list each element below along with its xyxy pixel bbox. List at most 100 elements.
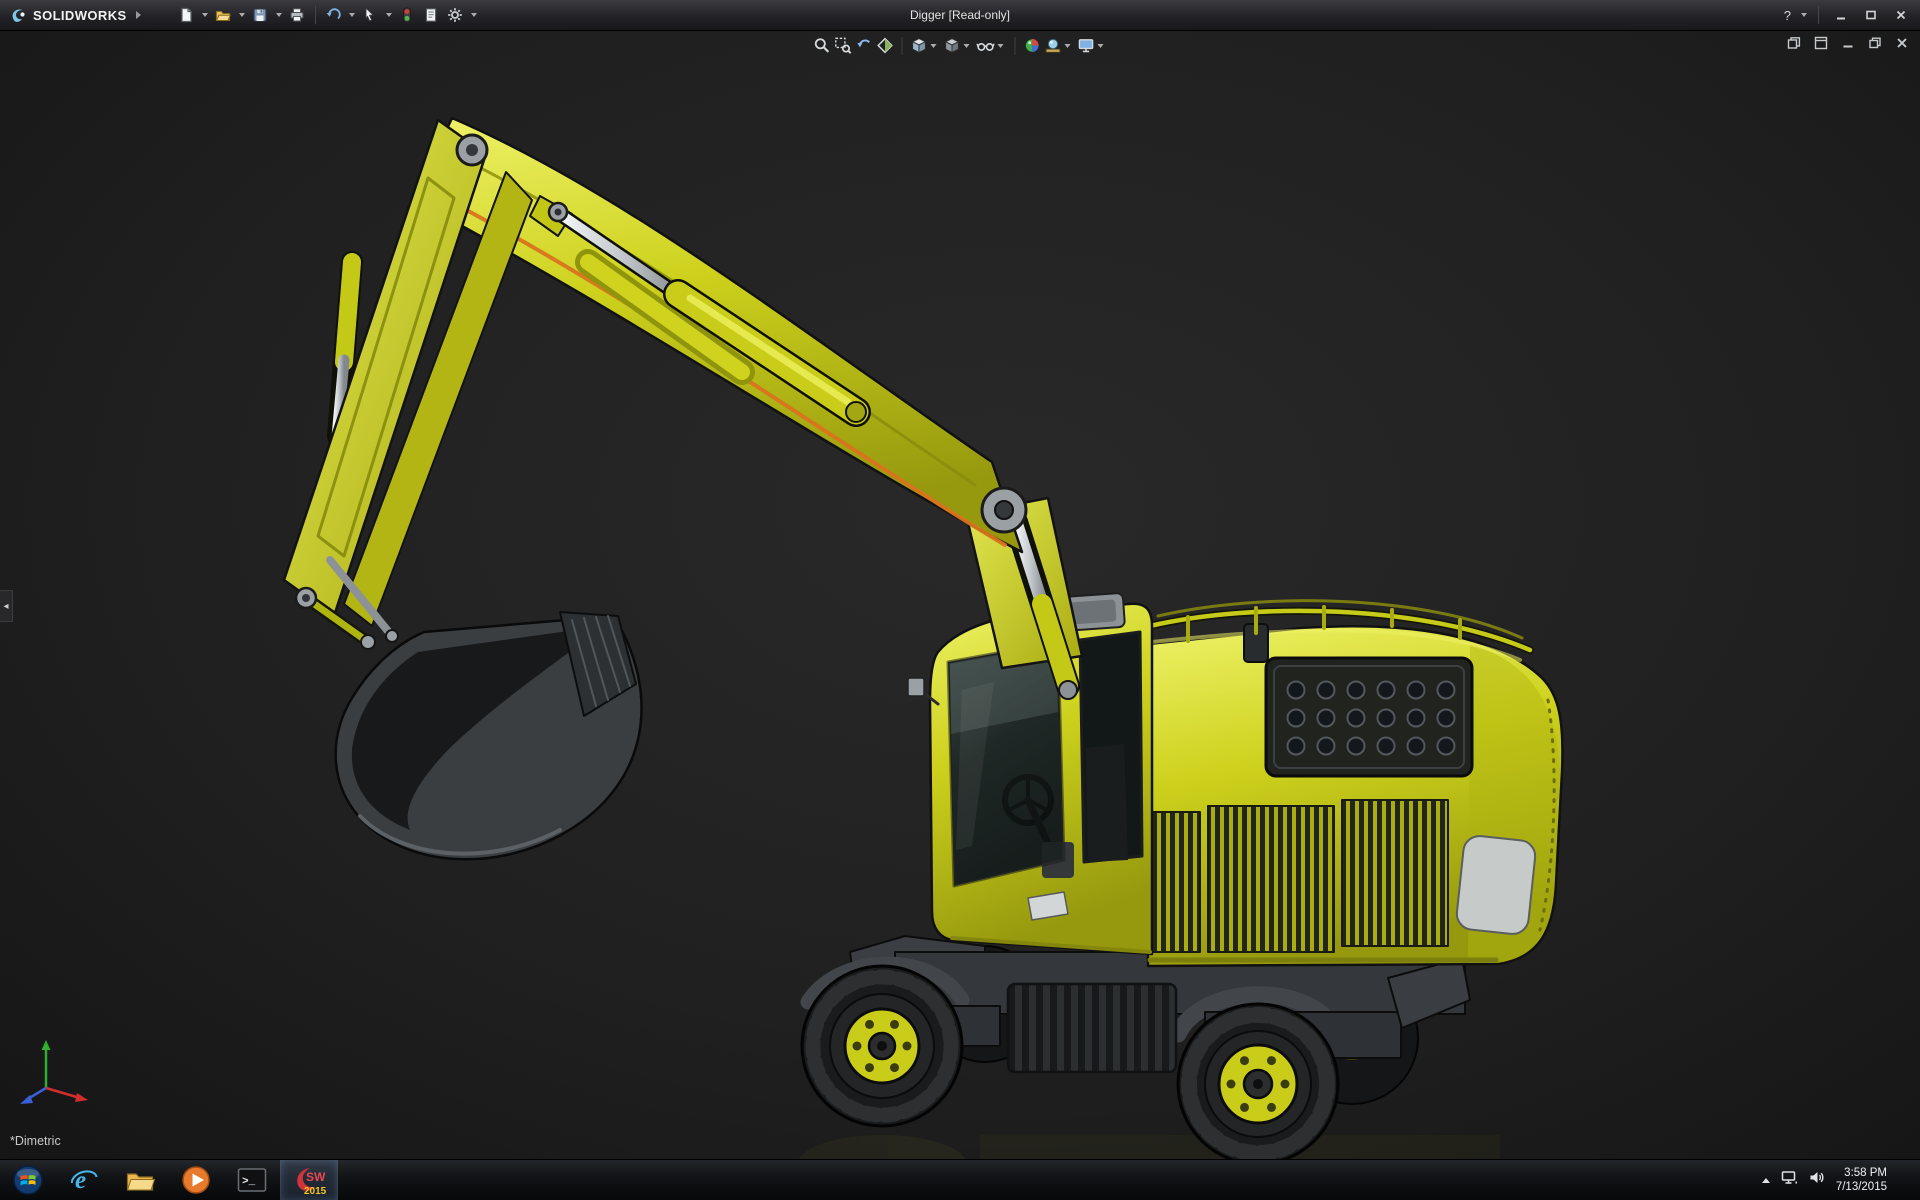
app-logo: SOLIDWORKS <box>0 5 149 25</box>
dassault-3ds-icon <box>12 9 25 22</box>
undo-button[interactable] <box>322 4 345 27</box>
options-dropdown-caret-icon[interactable] <box>470 13 477 17</box>
reference-triad <box>20 1040 88 1104</box>
save-icon <box>253 8 267 22</box>
rebuild-button[interactable] <box>396 4 419 27</box>
minimize-button[interactable] <box>1827 5 1854 25</box>
options-button[interactable] <box>444 4 467 27</box>
apply-scene-icon <box>1045 38 1061 53</box>
cascade-window-button[interactable] <box>1784 34 1804 52</box>
hide-show-items-button[interactable] <box>976 35 1008 56</box>
start-button[interactable] <box>0 1160 56 1200</box>
x-axis-red <box>45 1086 88 1102</box>
windows-taskbar: e >_ SW 2015 3:58 PM 7/13/2015 <box>0 1159 1920 1200</box>
new-dropdown-caret-icon[interactable] <box>201 13 208 17</box>
hide-show-caret-icon[interactable] <box>997 43 1004 48</box>
help-button[interactable]: ? <box>1780 8 1795 23</box>
select-button[interactable] <box>359 4 382 27</box>
network-tray-icon[interactable] <box>1781 1170 1798 1190</box>
taskbar-item-internet-explorer[interactable]: e <box>56 1160 112 1200</box>
undo-icon <box>326 8 341 20</box>
solidworks-app-icon: SW 2015 <box>297 1168 326 1197</box>
document-window-controls <box>1784 34 1912 52</box>
zoom-to-fit-button[interactable] <box>813 35 832 56</box>
undo-dropdown-caret-icon[interactable] <box>348 13 355 17</box>
maximize-button[interactable] <box>1857 5 1884 25</box>
window-controls: ? <box>1780 5 1920 25</box>
view-orientation-cube-icon <box>911 38 927 54</box>
zoom-to-area-icon <box>835 37 852 54</box>
options-gear-icon <box>448 8 462 22</box>
media-player-icon <box>182 1166 210 1194</box>
clock-time: 3:58 PM <box>1844 1167 1887 1179</box>
rebuild-icon <box>403 7 411 23</box>
close-icon <box>1896 10 1905 20</box>
view-settings-icon <box>1078 39 1094 53</box>
view-orientation-button[interactable] <box>910 35 941 56</box>
toolbar-separator <box>314 6 316 24</box>
section-view-button[interactable] <box>876 35 895 56</box>
zoom-to-area-button[interactable] <box>834 35 853 56</box>
open-button[interactable] <box>212 4 235 27</box>
previous-view-icon <box>857 39 871 48</box>
help-dropdown-caret-icon[interactable] <box>1801 13 1807 17</box>
previous-view-button[interactable] <box>855 35 874 56</box>
minimize-document-button[interactable] <box>1838 34 1858 52</box>
view-settings-button[interactable] <box>1077 35 1108 56</box>
y-axis-green <box>41 1040 51 1088</box>
front-wheel <box>800 964 964 1128</box>
command-prompt-icon: >_ <box>237 1168 267 1192</box>
taskbar-item-file-explorer[interactable] <box>112 1160 168 1200</box>
save-dropdown-caret-icon[interactable] <box>275 13 282 17</box>
display-style-button[interactable] <box>943 35 974 56</box>
svg-text:2015: 2015 <box>304 1186 326 1197</box>
taskbar-item-solidworks-2015[interactable]: SW 2015 <box>280 1160 338 1200</box>
internet-explorer-icon: e <box>70 1167 98 1194</box>
bucket <box>334 611 643 861</box>
system-tray: 3:58 PM 7/13/2015 <box>1761 1160 1920 1200</box>
excavator-3d-model <box>282 116 1564 1160</box>
close-document-icon <box>1897 38 1907 48</box>
cascade-window-icon <box>1787 37 1801 49</box>
restore-document-button[interactable] <box>1865 34 1885 52</box>
close-button[interactable] <box>1887 5 1914 25</box>
file-properties-icon <box>425 8 437 22</box>
section-view-icon <box>877 37 893 54</box>
show-hidden-icons-button[interactable] <box>1761 1177 1770 1183</box>
brand-expand-arrow-icon[interactable] <box>135 11 141 19</box>
brand-name: SOLIDWORKS <box>33 7 127 23</box>
save-button[interactable] <box>249 4 272 27</box>
view-orientation-caret-icon[interactable] <box>930 43 937 48</box>
model-canvas[interactable] <box>0 30 1920 1160</box>
view-orientation-label: *Dimetric <box>10 1134 61 1148</box>
graphics-area[interactable]: ◂ *Dimetric <box>0 30 1920 1160</box>
taskbar-item-command-prompt[interactable]: >_ <box>224 1160 280 1200</box>
upper-body <box>1119 599 1564 968</box>
select-cursor-icon <box>365 7 375 22</box>
close-document-button[interactable] <box>1892 34 1912 52</box>
tile-window-icon <box>1814 36 1828 50</box>
maximize-icon <box>1865 10 1876 20</box>
new-document-button[interactable] <box>175 4 198 27</box>
tile-window-button[interactable] <box>1811 34 1831 52</box>
boom-cylinder <box>547 201 871 427</box>
view-settings-caret-icon[interactable] <box>1097 43 1104 48</box>
panel-collapse-tab[interactable]: ◂ <box>0 590 13 622</box>
open-dropdown-caret-icon[interactable] <box>238 13 245 17</box>
svg-text:SW: SW <box>306 1170 326 1184</box>
print-button[interactable] <box>286 4 309 27</box>
taskbar-clock[interactable]: 3:58 PM 7/13/2015 <box>1836 1166 1887 1194</box>
file-properties-button[interactable] <box>420 4 443 27</box>
edit-appearance-button[interactable] <box>1023 35 1042 56</box>
volume-tray-icon[interactable] <box>1809 1170 1825 1190</box>
zoom-to-fit-icon <box>814 38 830 53</box>
toolbar-separator <box>901 36 903 55</box>
display-style-caret-icon[interactable] <box>963 43 970 48</box>
hide-show-glasses-icon <box>976 43 995 51</box>
z-axis-blue <box>20 1086 47 1104</box>
apply-scene-button[interactable] <box>1044 35 1075 56</box>
select-dropdown-caret-icon[interactable] <box>385 13 392 17</box>
taskbar-item-media-player[interactable] <box>168 1160 224 1200</box>
toolbar-separator <box>1818 6 1819 24</box>
apply-scene-caret-icon[interactable] <box>1064 43 1071 48</box>
